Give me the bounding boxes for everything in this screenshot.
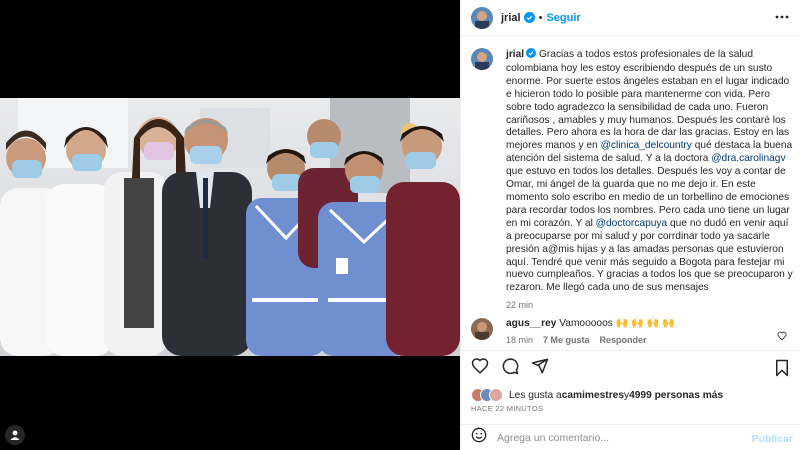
separator-dot: •	[538, 11, 543, 24]
comment-time: 18 min	[506, 335, 534, 345]
user-tag-icon[interactable]	[5, 425, 25, 445]
mention-link[interactable]: @dra.carolinagv	[711, 153, 785, 164]
publish-button[interactable]: Publicar	[752, 433, 793, 445]
caption-text: jrial Gracias a todos estos profesionale…	[506, 48, 793, 295]
comment-icon[interactable]	[501, 357, 519, 380]
author-avatar[interactable]	[471, 6, 493, 29]
more-options-icon[interactable]	[775, 10, 789, 29]
likes-others[interactable]: 4999 personas más	[629, 390, 723, 401]
verified-badge-icon	[526, 48, 537, 63]
emoji-icon[interactable]	[471, 427, 487, 448]
comment-item: agus__rey Vamooooos 🙌 🙌 🙌 🙌 18 min 7 Me …	[471, 318, 793, 345]
caption-part: Gracias a todos estos profesionales de l…	[506, 49, 790, 152]
heart-icon[interactable]	[471, 357, 489, 380]
comment-input[interactable]	[497, 431, 737, 444]
bookmark-icon[interactable]	[774, 359, 790, 382]
post-media[interactable]	[0, 0, 460, 450]
verified-badge-icon	[523, 12, 535, 23]
likes-user[interactable]: camimestres	[562, 390, 624, 401]
share-icon[interactable]	[531, 357, 549, 380]
commenter-avatar[interactable]	[471, 318, 493, 340]
caption-part: que no dudó en venir aquí a preocuparse …	[506, 217, 793, 294]
posted-time: HACE 22 MINUTOS	[471, 404, 544, 413]
comment-text: Vamooooos 🙌 🙌 🙌 🙌	[556, 318, 675, 329]
liker-avatars[interactable]	[471, 388, 503, 402]
comment-likes[interactable]: 7 Me gusta	[543, 335, 590, 345]
comment-heart-icon[interactable]	[777, 328, 787, 346]
caption-username[interactable]: jrial	[506, 49, 524, 60]
likes-prefix: Les gusta a	[509, 389, 562, 401]
post-photo	[0, 98, 460, 356]
author-username[interactable]: jrial	[501, 12, 521, 24]
follow-button[interactable]: Seguir	[546, 12, 580, 24]
caption-time: 22 min	[506, 300, 534, 311]
caption-block: jrial Gracias a todos estos profesionale…	[471, 48, 793, 310]
mention-link[interactable]: @clinica_delcountry	[601, 140, 692, 151]
mention-link[interactable]: @doctorcapuya	[596, 218, 668, 229]
group-photo-illustration	[0, 98, 460, 356]
caption-avatar[interactable]	[471, 48, 493, 70]
post-detail-panel: jrial • Seguir jrial Gracias a todos est…	[460, 0, 800, 450]
likes-summary: Les gusta a camimestres y 4999 personas …	[471, 388, 723, 402]
reply-button[interactable]: Responder	[600, 335, 647, 345]
add-comment-bar: Publicar	[461, 424, 800, 450]
post-header: jrial • Seguir	[461, 0, 800, 36]
commenter-username[interactable]: agus__rey	[506, 318, 556, 329]
action-bar	[461, 350, 800, 386]
